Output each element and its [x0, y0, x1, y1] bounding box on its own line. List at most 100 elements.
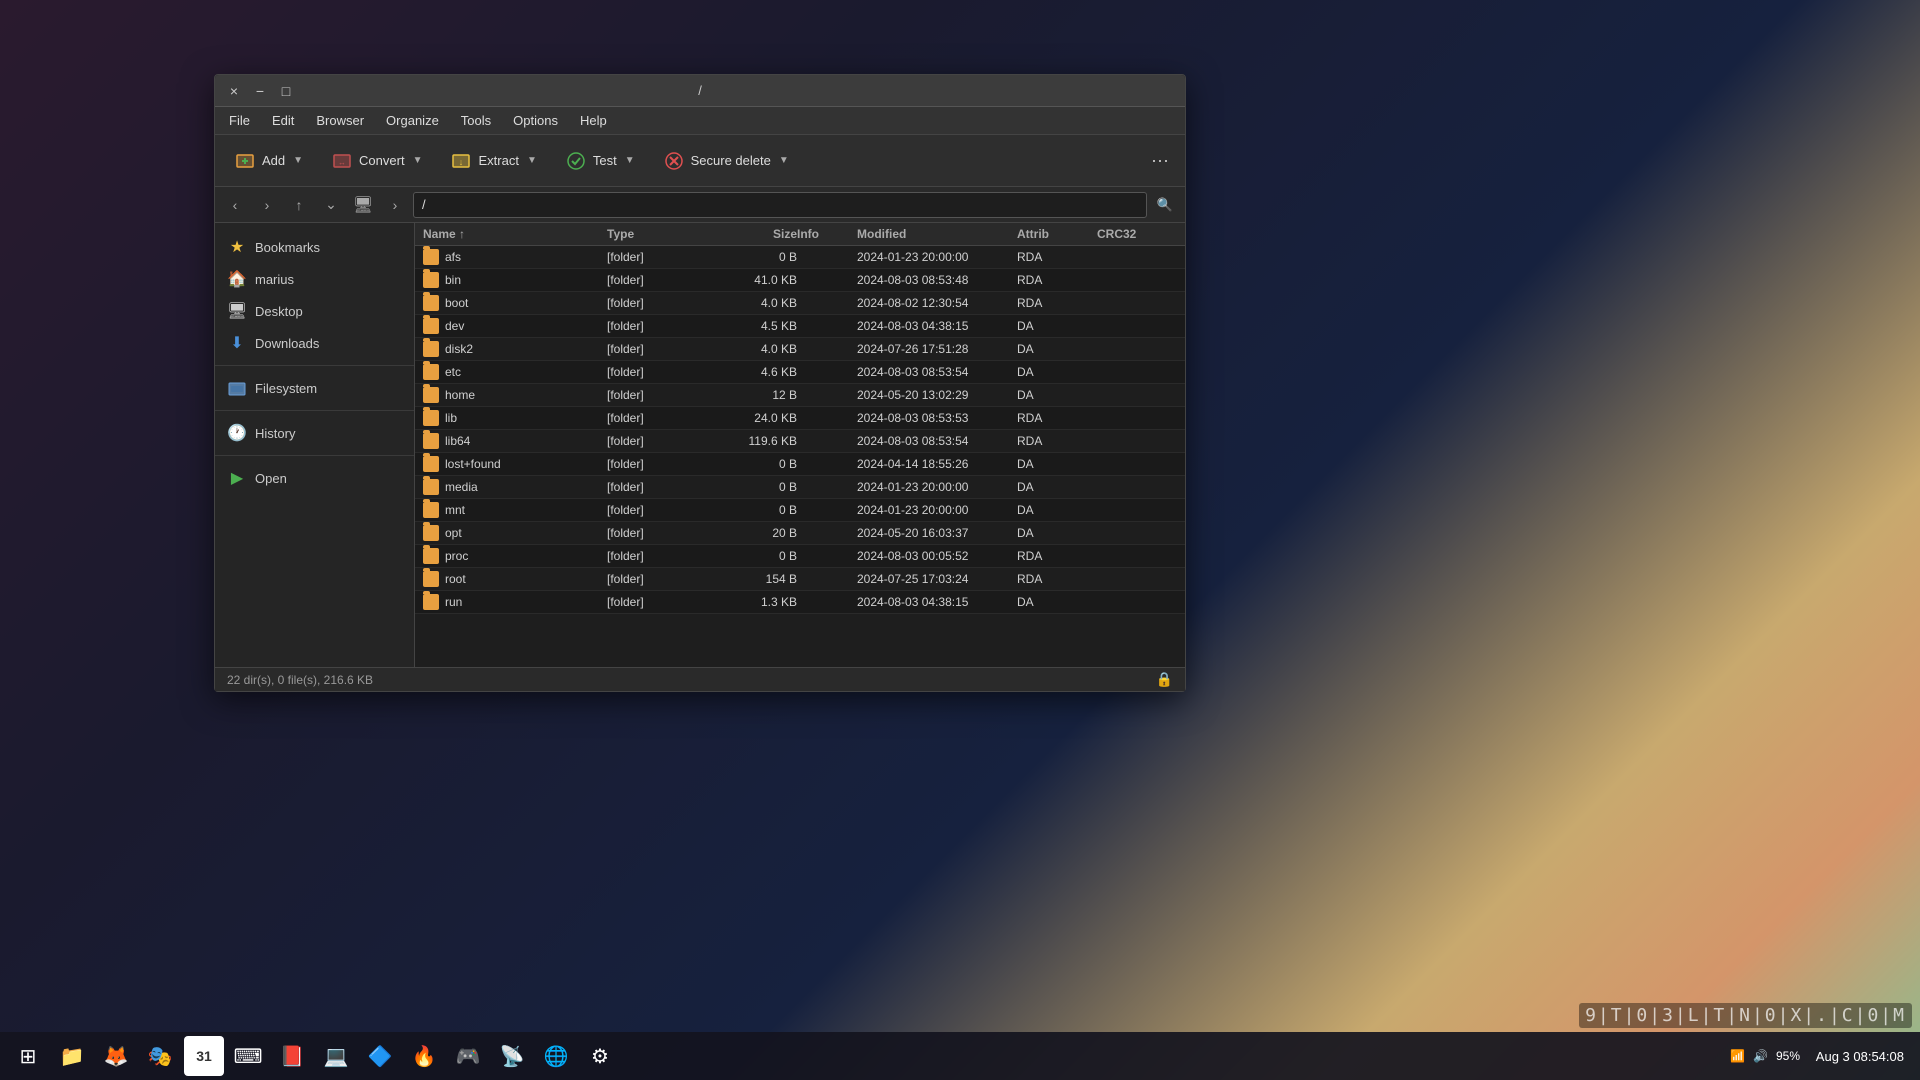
maximize-button[interactable]: □	[275, 80, 297, 102]
taskbar-app1[interactable]: 🔷	[360, 1036, 400, 1076]
table-row[interactable]: dev [folder] 4.5 KB 2024-08-03 04:38:15 …	[415, 315, 1185, 338]
extract-button[interactable]: ↓ Extract ▼	[439, 144, 549, 178]
col-type[interactable]: Type	[607, 227, 707, 241]
table-row[interactable]: run [folder] 1.3 KB 2024-08-03 04:38:15 …	[415, 591, 1185, 614]
file-attrib: DA	[1017, 503, 1097, 517]
taskbar-grid-menu[interactable]: ⊞	[8, 1036, 48, 1076]
col-size[interactable]: Size	[707, 227, 797, 241]
file-modified: 2024-05-20 13:02:29	[857, 388, 1017, 402]
forward-button[interactable]: ›	[253, 191, 281, 219]
taskbar-calendar[interactable]: 31	[184, 1036, 224, 1076]
convert-label: Convert	[359, 153, 405, 168]
taskbar-filezilla[interactable]: 📡	[492, 1036, 532, 1076]
folder-icon	[423, 295, 439, 311]
table-row[interactable]: boot [folder] 4.0 KB 2024-08-02 12:30:54…	[415, 292, 1185, 315]
file-modified: 2024-04-14 18:55:26	[857, 457, 1017, 471]
close-button[interactable]: ×	[223, 80, 245, 102]
test-label: Test	[593, 153, 617, 168]
table-row[interactable]: proc [folder] 0 B 2024-08-03 00:05:52 RD…	[415, 545, 1185, 568]
test-dropdown-arrow[interactable]: ▼	[623, 155, 637, 166]
table-row[interactable]: root [folder] 154 B 2024-07-25 17:03:24 …	[415, 568, 1185, 591]
file-attrib: RDA	[1017, 434, 1097, 448]
sidebar-item-bookmarks[interactable]: ★ Bookmarks	[215, 231, 414, 263]
col-name[interactable]: Name ↑	[423, 227, 607, 241]
search-button[interactable]: 🔍	[1151, 191, 1179, 219]
taskbar-files[interactable]: 📁	[52, 1036, 92, 1076]
extract-dropdown-arrow[interactable]: ▼	[525, 155, 539, 166]
sidebar-item-downloads[interactable]: ⬇ Downloads	[215, 327, 414, 359]
table-row[interactable]: home [folder] 12 B 2024-05-20 13:02:29 D…	[415, 384, 1185, 407]
secure-delete-button[interactable]: Secure delete ▼	[652, 144, 802, 178]
menu-file[interactable]: File	[219, 111, 260, 130]
taskbar-virtualbox[interactable]: 💻	[316, 1036, 356, 1076]
menu-browser[interactable]: Browser	[306, 111, 374, 130]
table-row[interactable]: lib [folder] 24.0 KB 2024-08-03 08:53:53…	[415, 407, 1185, 430]
sidebar-item-filesystem[interactable]: Filesystem	[215, 372, 414, 404]
file-attrib: RDA	[1017, 273, 1097, 287]
test-button[interactable]: Test ▼	[554, 144, 648, 178]
col-modified[interactable]: Modified	[857, 227, 1017, 241]
file-name-cell: home	[423, 387, 607, 403]
convert-dropdown-arrow[interactable]: ▼	[411, 155, 425, 166]
taskbar-app2[interactable]: 🔥	[404, 1036, 444, 1076]
folder-icon	[423, 433, 439, 449]
menu-organize[interactable]: Organize	[376, 111, 449, 130]
taskbar-steam[interactable]: 🎮	[448, 1036, 488, 1076]
file-name: lib	[445, 411, 457, 425]
file-attrib: DA	[1017, 457, 1097, 471]
table-row[interactable]: mnt [folder] 0 B 2024-01-23 20:00:00 DA	[415, 499, 1185, 522]
sidebar-item-history[interactable]: 🕐 History	[215, 417, 414, 449]
file-attrib: RDA	[1017, 296, 1097, 310]
add-dropdown-arrow[interactable]: ▼	[291, 155, 305, 166]
file-size: 1.3 KB	[707, 595, 797, 609]
file-type: [folder]	[607, 549, 707, 563]
file-size: 119.6 KB	[707, 434, 797, 448]
menu-options[interactable]: Options	[503, 111, 568, 130]
folder-icon	[423, 272, 439, 288]
folder-icon	[423, 341, 439, 357]
table-row[interactable]: opt [folder] 20 B 2024-05-20 16:03:37 DA	[415, 522, 1185, 545]
taskbar-audio[interactable]: 🎭	[140, 1036, 180, 1076]
convert-button[interactable]: ↔ Convert ▼	[320, 144, 435, 178]
address-input[interactable]	[413, 192, 1147, 218]
file-type: [folder]	[607, 434, 707, 448]
taskbar-firefox[interactable]: 🦊	[96, 1036, 136, 1076]
menu-edit[interactable]: Edit	[262, 111, 304, 130]
secure-delete-dropdown-arrow[interactable]: ▼	[777, 155, 791, 166]
file-type: [folder]	[607, 503, 707, 517]
volume-icon: 🔊	[1753, 1049, 1768, 1063]
table-row[interactable]: disk2 [folder] 4.0 KB 2024-07-26 17:51:2…	[415, 338, 1185, 361]
table-row[interactable]: lost+found [folder] 0 B 2024-04-14 18:55…	[415, 453, 1185, 476]
more-options-button[interactable]: ···	[1143, 150, 1177, 171]
home-icon: 🏠	[227, 269, 247, 289]
table-row[interactable]: lib64 [folder] 119.6 KB 2024-08-03 08:53…	[415, 430, 1185, 453]
file-name-cell: opt	[423, 525, 607, 541]
menu-help[interactable]: Help	[570, 111, 617, 130]
file-modified: 2024-08-03 08:53:54	[857, 365, 1017, 379]
table-row[interactable]: afs [folder] 0 B 2024-01-23 20:00:00 RDA	[415, 246, 1185, 269]
taskbar-terminal[interactable]: ⌨	[228, 1036, 268, 1076]
sidebar-item-desktop[interactable]: 🖥 Desktop	[215, 295, 414, 327]
taskbar-rednotebook[interactable]: 📕	[272, 1036, 312, 1076]
sidebar-label-desktop: Desktop	[255, 304, 303, 319]
table-row[interactable]: etc [folder] 4.6 KB 2024-08-03 08:53:54 …	[415, 361, 1185, 384]
taskbar-browser[interactable]: 🌐	[536, 1036, 576, 1076]
sidebar-item-open[interactable]: ▶ Open	[215, 462, 414, 494]
back-button[interactable]: ‹	[221, 191, 249, 219]
menu-tools[interactable]: Tools	[451, 111, 501, 130]
status-info: 22 dir(s), 0 file(s), 216.6 KB	[227, 673, 373, 687]
sidebar-item-home[interactable]: 🏠 marius	[215, 263, 414, 295]
file-name: etc	[445, 365, 461, 379]
convert-icon: ↔	[331, 150, 353, 172]
file-name: run	[445, 595, 462, 609]
location-dropdown-button[interactable]: ⌄	[317, 191, 345, 219]
up-button[interactable]: ↑	[285, 191, 313, 219]
file-modified: 2024-01-23 20:00:00	[857, 480, 1017, 494]
table-row[interactable]: bin [folder] 41.0 KB 2024-08-03 08:53:48…	[415, 269, 1185, 292]
add-button[interactable]: Add ▼	[223, 144, 316, 178]
sidebar: ★ Bookmarks 🏠 marius 🖥 Desktop ⬇ Downloa…	[215, 223, 415, 667]
minimize-button[interactable]: −	[249, 80, 271, 102]
taskbar-settings[interactable]: ⚙	[580, 1036, 620, 1076]
table-row[interactable]: media [folder] 0 B 2024-01-23 20:00:00 D…	[415, 476, 1185, 499]
file-type: [folder]	[607, 342, 707, 356]
